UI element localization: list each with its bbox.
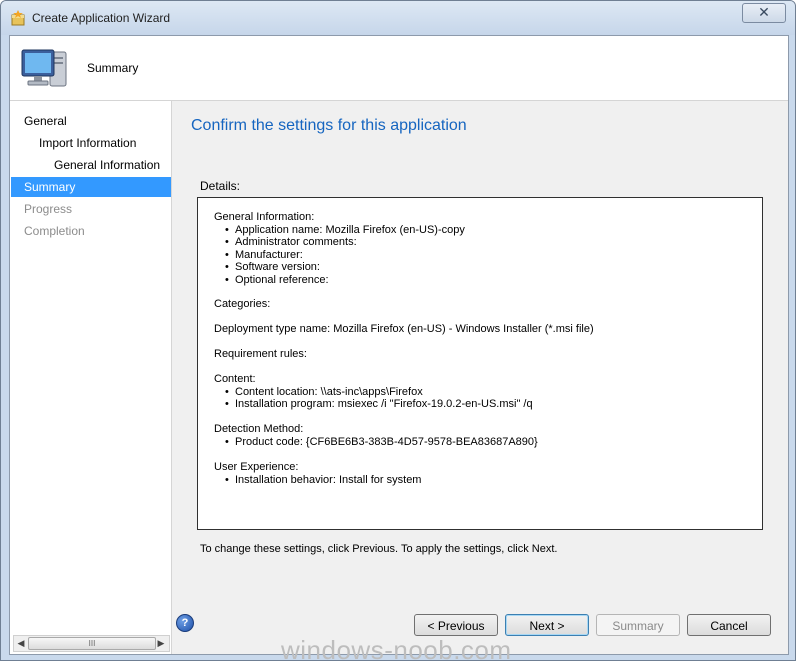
footer-instructions: To change these settings, click Previous… [200,543,558,555]
detail-item: • Content location: \\ats-inc\apps\Firefo… [225,385,423,398]
details-textbox[interactable]: General Information: • Application name: … [197,197,763,530]
page-title: Confirm the settings for this applicatio… [191,117,467,134]
detail-item: • Application name: Mozilla Firefox (en-U… [225,223,465,236]
detail-item: • Installation behavior: Install for syst… [225,473,422,486]
general-info-heading: General Information: [214,211,315,223]
detail-item: • Optional reference: [225,273,329,286]
detail-item: • Manufacturer: [225,248,303,261]
scroll-right-arrow-icon[interactable]: ▶ [155,637,167,649]
help-icon[interactable]: ? [176,614,194,632]
details-label: Details: [200,179,241,193]
content-heading: Content: [214,373,256,385]
step-general[interactable]: General [24,111,67,131]
computer-icon [21,49,67,87]
deployment-type-line: Deployment type name: Mozilla Firefox (e… [214,323,594,335]
previous-button[interactable]: < Previous [414,614,498,636]
scroll-left-arrow-icon[interactable]: ◀ [15,637,27,649]
wizard-steps-sidebar: General Import Information General Infor… [10,101,172,654]
step-summary[interactable]: Summary [11,177,171,197]
requirement-rules-line: Requirement rules: [214,348,307,360]
categories-line: Categories: [214,298,271,310]
wizard-window: Create Application Wizard ✕ Summary Gene… [0,0,796,661]
window-title: Create Application Wizard [32,11,171,25]
close-icon: ✕ [758,4,770,20]
step-import-information[interactable]: Import Information [39,133,136,153]
step-progress: Progress [24,202,73,216]
scroll-thumb[interactable]: III [28,637,156,650]
detection-method-heading: Detection Method: [214,423,304,435]
title-bar[interactable]: Create Application Wizard ✕ [1,1,795,35]
detail-item: • Installation program: msiexec /i "Firef… [225,398,533,410]
user-experience-heading: User Experience: [214,461,299,473]
watermark: windows-noob.com [281,635,512,661]
wizard-content: Summary General Import Information Gener… [9,35,789,655]
sidebar-horizontal-scrollbar[interactable]: ◀ III ▶ [13,635,170,652]
next-button[interactable]: Next > [505,614,589,636]
cancel-button[interactable]: Cancel [687,614,771,636]
summary-button: Summary [596,614,680,636]
header-title: Summary [87,61,139,75]
close-button[interactable]: ✕ [742,3,786,23]
wizard-header: Summary [10,36,788,101]
wizard-app-icon [11,10,25,26]
step-completion: Completion [24,224,85,238]
detail-item: • Software version: [225,261,320,273]
step-general-information[interactable]: General Information [54,155,160,175]
detail-item: • Administrator comments: [225,236,357,248]
detail-item: • Product code: {CF6BE6B3-383B-4D57-9578-… [225,435,538,448]
